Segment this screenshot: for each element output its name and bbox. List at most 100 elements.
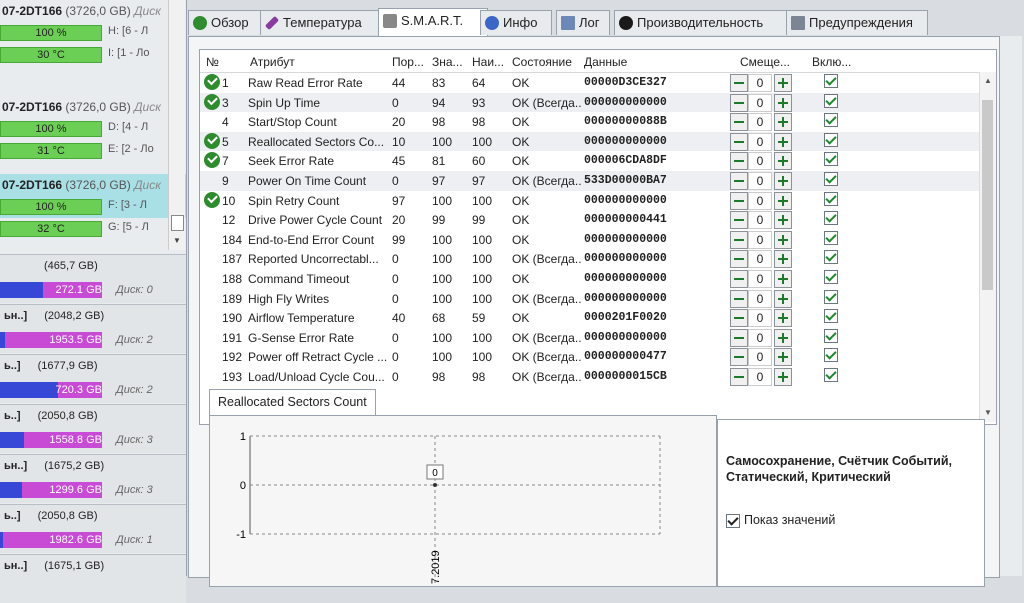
volume-item[interactable]: (465,7 GB) 272.1 GB Диск: 0 [0, 254, 186, 303]
scroll-thumb[interactable] [171, 215, 184, 231]
increase-offset-button[interactable] [774, 230, 792, 249]
table-row[interactable]: 189 High Fly Writes 0 100 100 OK (Всегда... 00… [200, 289, 980, 309]
tab-info[interactable]: Инфо [480, 10, 552, 35]
table-row[interactable]: 191 G-Sense Error Rate 0 100 100 OK (Всегда..… [200, 328, 980, 348]
decrease-offset-button[interactable] [730, 270, 748, 288]
volume-item[interactable]: ьн..] (1675,2 GB) 1299.6 GB Диск: 3 [0, 454, 186, 503]
decrease-offset-button[interactable] [730, 211, 748, 230]
offset-value[interactable]: 0 [748, 152, 772, 171]
table-row[interactable]: 188 Command Timeout 0 100 100 OK 000000000000 0 [200, 269, 980, 289]
volume-item[interactable]: ь..] (2050,8 GB) 1982.6 GB Диск: 1 [0, 504, 186, 553]
offset-value[interactable]: 0 [748, 230, 772, 249]
offset-value[interactable]: 0 [748, 250, 772, 269]
column-header-value[interactable]: Зна... [432, 55, 463, 69]
offset-value[interactable]: 0 [748, 113, 772, 132]
table-row[interactable]: 3 Spin Up Time 0 94 93 OK (Всегда... 000000000… [200, 92, 980, 113]
increase-offset-button[interactable] [774, 348, 792, 367]
column-header-attribute[interactable]: Атрибут [250, 55, 295, 69]
table-row[interactable]: 187 Reported Uncorrectabl... 0 100 100 OK (Вс… [200, 249, 980, 269]
increase-offset-button[interactable] [774, 289, 792, 308]
increase-offset-button[interactable] [774, 132, 792, 151]
scroll-up-arrow-icon[interactable]: ▲ [984, 76, 992, 85]
decrease-offset-button[interactable] [730, 328, 748, 347]
offset-value[interactable]: 0 [748, 309, 772, 328]
decrease-offset-button[interactable] [730, 309, 748, 328]
volume-item[interactable]: ьн..] (2048,2 GB) 1953.5 GB Диск: 2 [0, 304, 186, 353]
disk-entry-1[interactable]: 07-2DT166 (3726,0 GB) Диск 100 % H: [6 - … [0, 0, 186, 66]
enabled-checkbox[interactable] [824, 309, 838, 324]
increase-offset-button[interactable] [774, 152, 792, 171]
offset-value[interactable]: 0 [748, 328, 772, 347]
offset-value[interactable]: 0 [748, 211, 772, 230]
offset-value[interactable]: 0 [748, 132, 772, 151]
decrease-offset-button[interactable] [730, 250, 748, 269]
enabled-checkbox[interactable] [824, 74, 838, 88]
enabled-checkbox[interactable] [824, 93, 838, 108]
decrease-offset-button[interactable] [730, 289, 748, 308]
increase-offset-button[interactable] [774, 93, 792, 112]
table-row[interactable]: 9 Power On Time Count 0 97 97 OK (Всегда... 53… [200, 171, 980, 191]
increase-offset-button[interactable] [774, 368, 792, 386]
decrease-offset-button[interactable] [730, 113, 748, 132]
enabled-checkbox[interactable] [824, 348, 838, 363]
disk-entry-2[interactable]: 07-2DT166 (3726,0 GB) Диск 100 % D: [4 - … [0, 96, 186, 162]
enabled-checkbox[interactable] [824, 172, 838, 186]
table-row[interactable]: 193 Load/Unload Cycle Cou... 0 98 98 OK (Всег… [200, 367, 980, 387]
disk-list-scrollbar[interactable]: ▼ [168, 0, 185, 250]
decrease-offset-button[interactable] [730, 74, 748, 92]
scroll-down-arrow-icon[interactable]: ▼ [173, 236, 181, 245]
offset-value[interactable]: 0 [748, 172, 772, 190]
show-values-checkbox[interactable] [726, 514, 740, 528]
decrease-offset-button[interactable] [730, 93, 748, 112]
column-header-threshold[interactable]: Пор... [392, 55, 424, 69]
table-row[interactable]: 12 Drive Power Cycle Count 20 99 99 OK 0000000… [200, 210, 980, 230]
tab-performance[interactable]: Производительность [614, 10, 808, 35]
table-row[interactable]: 184 End-to-End Error Count 99 100 100 OK 00000… [200, 230, 980, 250]
table-row[interactable]: 192 Power off Retract Cycle ... 0 100 100 OK … [200, 347, 980, 367]
column-header-number[interactable]: № [206, 55, 219, 69]
column-header-worst[interactable]: Наи... [472, 55, 504, 69]
tab-warnings[interactable]: Предупреждения [786, 10, 928, 35]
decrease-offset-button[interactable] [730, 230, 748, 249]
enabled-checkbox[interactable] [824, 250, 838, 265]
decrease-offset-button[interactable] [730, 348, 748, 367]
decrease-offset-button[interactable] [730, 368, 748, 386]
tab-attribute-history[interactable]: Reallocated Sectors Count [209, 389, 376, 416]
tab-log[interactable]: Лог [556, 10, 610, 35]
table-row[interactable]: 190 Airflow Temperature 40 68 59 OK 0000201F00… [200, 308, 980, 328]
increase-offset-button[interactable] [774, 270, 792, 288]
table-row[interactable]: 10 Spin Retry Count 97 100 100 OK 000000000000… [200, 191, 980, 211]
decrease-offset-button[interactable] [730, 132, 748, 151]
increase-offset-button[interactable] [774, 191, 792, 210]
enabled-checkbox[interactable] [824, 270, 838, 284]
volume-item[interactable]: ь..] (1677,9 GB) 720.3 GB Диск: 2 [0, 354, 186, 403]
decrease-offset-button[interactable] [730, 152, 748, 171]
enabled-checkbox[interactable] [824, 289, 838, 304]
offset-value[interactable]: 0 [748, 289, 772, 308]
table-scrollbar[interactable]: ▲ ▼ [979, 72, 996, 422]
table-row[interactable]: 4 Start/Stop Count 20 98 98 OK 00000000088B 0 [200, 112, 980, 132]
table-row[interactable]: 1 Raw Read Error Rate 44 83 64 OK 00000D3CE327… [200, 73, 980, 93]
offset-value[interactable]: 0 [748, 368, 772, 386]
enabled-checkbox[interactable] [824, 191, 838, 206]
enabled-checkbox[interactable] [824, 230, 838, 245]
offset-value[interactable]: 0 [748, 74, 772, 92]
column-header-offset[interactable]: Смеще... [740, 55, 790, 69]
enabled-checkbox[interactable] [824, 132, 838, 147]
column-header-enabled[interactable]: Вклю... [812, 55, 851, 69]
enabled-checkbox[interactable] [824, 368, 838, 382]
increase-offset-button[interactable] [774, 309, 792, 328]
volume-item[interactable]: ьн..] (1675,1 GB) [0, 554, 186, 603]
tab-temperature[interactable]: Температура [260, 10, 382, 35]
volume-item[interactable]: ь..] (2050,8 GB) 1558.8 GB Диск: 3 [0, 404, 186, 453]
enabled-checkbox[interactable] [824, 152, 838, 167]
enabled-checkbox[interactable] [824, 211, 838, 226]
tab-smart[interactable]: S.M.A.R.T. [378, 8, 488, 37]
table-row[interactable]: 5 Reallocated Sectors Co... 10 100 100 OK 0000… [200, 131, 980, 152]
disk-entry-3-selected[interactable]: 07-2DT166 (3726,0 GB) Диск 100 % F: [3 - … [0, 174, 186, 240]
offset-value[interactable]: 0 [748, 270, 772, 288]
scroll-down-arrow-icon[interactable]: ▼ [984, 408, 992, 417]
increase-offset-button[interactable] [774, 211, 792, 230]
enabled-checkbox[interactable] [824, 113, 838, 128]
offset-value[interactable]: 0 [748, 348, 772, 367]
